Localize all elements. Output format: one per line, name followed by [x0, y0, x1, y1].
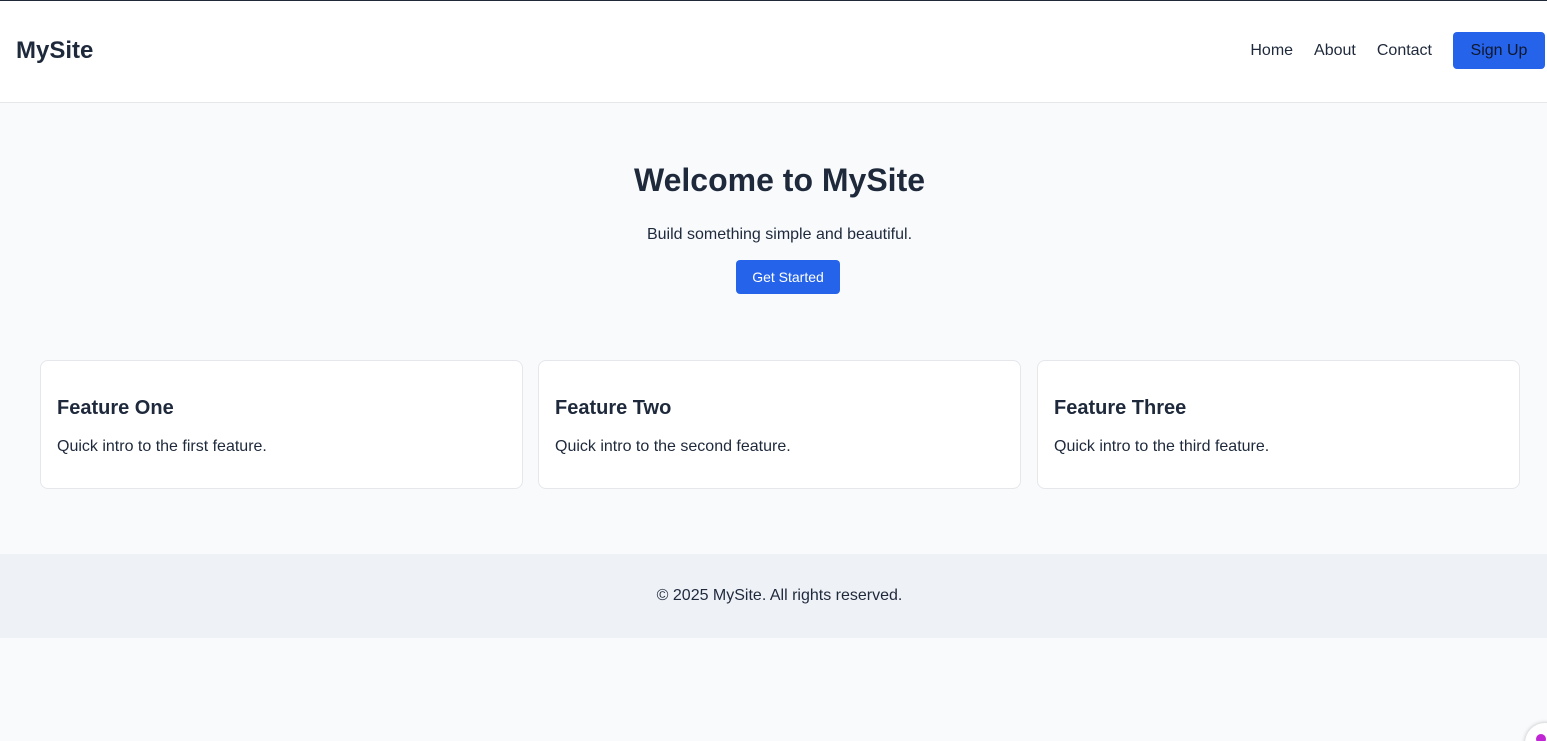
- hero-title: Welcome to MySite: [633, 162, 926, 198]
- site-footer: © 2025 MySite. All rights reserved.: [0, 554, 1547, 638]
- feature-card-three: Feature Three Quick intro to the third f…: [1037, 360, 1520, 489]
- nav-link-about[interactable]: About: [1314, 41, 1356, 61]
- main-nav: Home About Contact Sign Up: [1250, 32, 1545, 69]
- nav-link-contact[interactable]: Contact: [1377, 41, 1432, 61]
- feature-card-two: Feature Two Quick intro to the second fe…: [538, 360, 1021, 489]
- feature-card-one: Feature One Quick intro to the first fea…: [40, 360, 523, 489]
- site-header: MySite Home About Contact Sign Up: [0, 1, 1547, 103]
- feature-text: Quick intro to the second feature.: [555, 438, 791, 455]
- assistant-badge-icon[interactable]: [1525, 723, 1547, 741]
- feature-text: Quick intro to the third feature.: [1054, 438, 1270, 455]
- feature-title: Feature One: [57, 397, 174, 419]
- feature-title: Feature Two: [555, 397, 672, 419]
- nav-link-home[interactable]: Home: [1250, 41, 1293, 61]
- hero-subtitle: Build something simple and beautiful.: [646, 226, 913, 243]
- badge-dot: [1536, 734, 1546, 741]
- get-started-button[interactable]: Get Started: [736, 260, 840, 294]
- feature-title: Feature Three: [1054, 397, 1187, 419]
- site-logo[interactable]: MySite: [16, 37, 93, 65]
- copyright-text: © 2025 MySite. All rights reserved.: [656, 587, 903, 604]
- feature-text: Quick intro to the first feature.: [57, 438, 267, 455]
- sign-up-button[interactable]: Sign Up: [1453, 32, 1545, 69]
